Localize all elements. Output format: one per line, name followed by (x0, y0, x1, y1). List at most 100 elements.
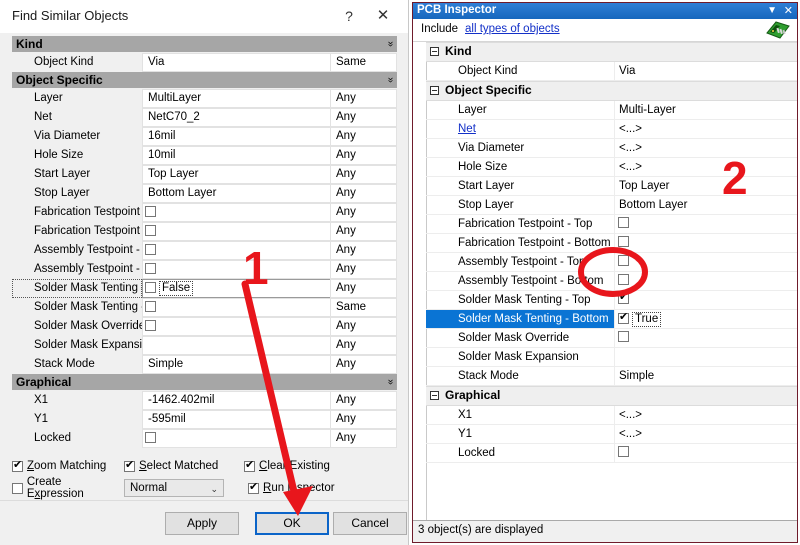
criteria-condition[interactable]: Any (330, 279, 397, 298)
criteria-value[interactable] (142, 298, 330, 317)
chevron-collapse-icon[interactable]: » (382, 77, 398, 83)
section-header-kind[interactable]: Kind » (12, 36, 397, 53)
criteria-condition[interactable]: Any (330, 108, 397, 127)
criteria-row[interactable]: X1 -1462.402mil Any (12, 391, 397, 410)
criteria-value[interactable] (142, 429, 330, 448)
value-editor[interactable]: False (159, 281, 194, 296)
ok-button[interactable]: OK (255, 512, 329, 535)
run-inspector-checkbox[interactable] (248, 480, 259, 494)
chevron-collapse-icon[interactable]: » (382, 41, 398, 47)
inspector-property-value[interactable]: <...> (614, 120, 797, 138)
inspector-property-value[interactable]: Bottom Layer (614, 196, 797, 214)
criteria-value[interactable] (142, 336, 330, 355)
close-icon[interactable]: ✕ (784, 3, 793, 19)
option-select-matched[interactable]: Select Matched (124, 458, 244, 472)
criteria-value[interactable] (142, 260, 330, 279)
criteria-value[interactable]: -595mil (142, 410, 330, 429)
clear-existing-checkbox[interactable] (244, 458, 255, 472)
criteria-value[interactable]: -1462.402mil (142, 391, 330, 410)
value-checkbox[interactable] (145, 244, 156, 255)
inspector-row[interactable]: Assembly Testpoint - Top (426, 253, 797, 272)
inspector-row[interactable]: Solder Mask Override (426, 329, 797, 348)
inspector-property-value[interactable]: <...> (614, 425, 797, 443)
value-checkbox[interactable] (618, 255, 629, 266)
option-clear-existing[interactable]: Clear Existing (244, 458, 384, 472)
criteria-row[interactable]: Start Layer Top Layer Any (12, 165, 397, 184)
criteria-condition[interactable]: Any (330, 336, 397, 355)
inspector-row[interactable]: Locked (426, 444, 797, 463)
inspector-section-graphical[interactable]: Graphical (426, 386, 797, 406)
criteria-row[interactable]: Y1 -595mil Any (12, 410, 397, 429)
inspector-property-value[interactable] (614, 215, 797, 233)
collapse-toggle-icon[interactable] (430, 47, 439, 56)
inspector-property-value[interactable]: Multi-Layer (614, 101, 797, 119)
criteria-value[interactable] (142, 241, 330, 260)
inspector-row[interactable]: Assembly Testpoint - Bottom (426, 272, 797, 291)
value-checkbox[interactable] (618, 331, 629, 342)
criteria-condition[interactable]: Any (330, 222, 397, 241)
criteria-value[interactable]: 10mil (142, 146, 330, 165)
criteria-value[interactable]: Via (142, 53, 330, 72)
inspector-property-value[interactable] (614, 291, 797, 309)
criteria-condition[interactable]: Any (330, 89, 397, 108)
inspector-property-value[interactable] (614, 329, 797, 347)
value-checkbox[interactable] (145, 282, 156, 293)
criteria-row[interactable]: Stop Layer Bottom Layer Any (12, 184, 397, 203)
value-checkbox[interactable] (618, 217, 629, 228)
criteria-condition[interactable]: Any (330, 184, 397, 203)
criteria-value[interactable] (142, 317, 330, 336)
criteria-row[interactable]: Locked Any (12, 429, 397, 448)
select-matched-checkbox[interactable] (124, 458, 135, 472)
criteria-condition[interactable]: Any (330, 355, 397, 374)
value-checkbox[interactable] (145, 206, 156, 217)
inspector-property-value[interactable]: Via (614, 62, 797, 80)
criteria-value[interactable] (142, 222, 330, 241)
inspector-property-value[interactable] (614, 272, 797, 290)
value-checkbox[interactable] (145, 432, 156, 443)
inspector-row[interactable]: Y1 <...> (426, 425, 797, 444)
apply-button[interactable]: Apply (165, 512, 239, 535)
inspector-row[interactable]: Solder Mask Tenting - Top (426, 291, 797, 310)
criteria-condition[interactable]: Any (330, 260, 397, 279)
inspector-row[interactable]: X1 <...> (426, 406, 797, 425)
criteria-row[interactable]: Solder Mask Tenting - B Same (12, 298, 397, 317)
inspector-property-value[interactable]: Simple (614, 367, 797, 385)
criteria-row[interactable]: Stack Mode Simple Any (12, 355, 397, 374)
minimize-icon[interactable]: ▼ (767, 3, 777, 19)
inspector-section-object-specific[interactable]: Object Specific (426, 81, 797, 101)
section-header-graphical[interactable]: Graphical » (12, 374, 397, 391)
criteria-value[interactable]: 16mil (142, 127, 330, 146)
mode-select[interactable]: Normal ⌄ (124, 479, 224, 497)
criteria-condition[interactable]: Any (330, 241, 397, 260)
criteria-row[interactable]: Via Diameter 16mil Any (12, 127, 397, 146)
option-zoom-matching[interactable]: Zoom Matching (12, 458, 124, 472)
criteria-condition[interactable]: Any (330, 203, 397, 222)
value-checkbox[interactable] (145, 301, 156, 312)
inspector-property-value[interactable] (614, 348, 797, 366)
criteria-row[interactable]: Hole Size 10mil Any (12, 146, 397, 165)
inspector-property-link[interactable]: Net (426, 120, 614, 138)
criteria-row[interactable]: Fabrication Testpoint - T Any (12, 203, 397, 222)
create-expression-checkbox[interactable] (12, 482, 23, 494)
inspector-row[interactable]: Stack Mode Simple (426, 367, 797, 386)
collapse-toggle-icon[interactable] (430, 86, 439, 95)
criteria-row[interactable]: Object Kind Via Same (12, 53, 397, 72)
inspector-property-value[interactable] (614, 253, 797, 271)
criteria-condition[interactable]: Any (330, 391, 397, 410)
collapse-toggle-icon[interactable] (430, 391, 439, 400)
criteria-value[interactable]: NetC70_2 (142, 108, 330, 127)
criteria-value[interactable]: Bottom Layer (142, 184, 330, 203)
criteria-row[interactable]: Assembly Testpoint - Top Any (12, 241, 397, 260)
criteria-condition[interactable]: Any (330, 429, 397, 448)
value-checkbox[interactable] (618, 291, 629, 304)
criteria-condition[interactable]: Same (330, 53, 397, 72)
value-checkbox[interactable] (618, 446, 629, 457)
option-create-expression[interactable]: Create Expression (12, 476, 120, 500)
criteria-condition[interactable]: Any (330, 410, 397, 429)
criteria-row[interactable]: Solder Mask Override Any (12, 317, 397, 336)
inspector-section-kind[interactable]: Kind (426, 42, 797, 62)
criteria-condition[interactable]: Any (330, 146, 397, 165)
criteria-value[interactable] (142, 203, 330, 222)
value-checkbox[interactable] (145, 263, 156, 274)
inspector-row[interactable]: Net <...> (426, 120, 797, 139)
